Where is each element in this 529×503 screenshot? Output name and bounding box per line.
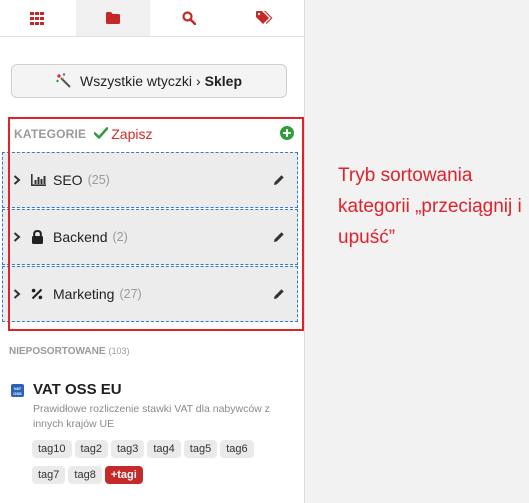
category-row-backend[interactable]: Backend (2) xyxy=(2,209,298,265)
plugin-header: VAT OSS VAT OSS EU xyxy=(11,381,291,398)
category-count: (25) xyxy=(87,173,110,187)
category-count: (2) xyxy=(112,230,128,244)
plugin-description: Prawidłowe rozliczenie stawki VAT dla na… xyxy=(33,403,270,430)
plugin-tags: tag10 tag2 tag3 tag4 tag5 tag6 tag7 tag8 +tagi xyxy=(32,439,282,491)
search-icon xyxy=(182,11,196,25)
plugins-sidebar: Wszystkie wtyczki › Sklep KATEGORIE Zapi… xyxy=(0,0,305,503)
unsorted-section-title: NIEPOSORTOWANE (103) xyxy=(9,346,130,357)
category-name: SEO xyxy=(53,172,83,188)
category-list: SEO (25) Backend (2) Marketing (27) xyxy=(2,152,298,323)
lock-icon xyxy=(31,230,47,244)
check-icon xyxy=(93,126,111,142)
chevron-right-icon[interactable] xyxy=(13,289,25,299)
sidebar-tabs xyxy=(0,0,304,37)
category-count: (27) xyxy=(119,287,142,301)
tag-chip[interactable]: tag7 xyxy=(32,466,66,484)
tab-search[interactable] xyxy=(152,0,226,36)
chevron-right-icon[interactable] xyxy=(13,232,25,242)
tag-chip[interactable]: tag6 xyxy=(220,440,254,458)
pencil-icon[interactable] xyxy=(273,287,285,305)
category-name: Marketing xyxy=(53,286,115,302)
grid-icon xyxy=(30,11,44,25)
unsorted-label: NIEPOSORTOWANE xyxy=(9,346,106,357)
vat-oss-icon: VAT OSS xyxy=(11,384,24,397)
plugin-item[interactable]: VAT OSS VAT OSS EU Prawidłowe rozliczeni… xyxy=(11,381,291,491)
tag-chip[interactable]: tag2 xyxy=(74,440,108,458)
save-label: Zapisz xyxy=(111,126,153,142)
chart-icon xyxy=(31,174,47,186)
category-row-marketing[interactable]: Marketing (27) xyxy=(2,266,298,322)
plugin-icon-text: OSS xyxy=(13,390,22,396)
tags-icon xyxy=(256,11,274,25)
tag-chip[interactable]: tag5 xyxy=(183,440,218,458)
category-name: Backend xyxy=(53,229,108,245)
categories-title: KATEGORIE xyxy=(14,127,87,141)
save-order-button[interactable]: Zapisz xyxy=(93,126,153,142)
all-plugins-breadcrumb-button[interactable]: Wszystkie wtyczki › Sklep xyxy=(11,64,287,98)
tab-tags[interactable] xyxy=(228,0,302,36)
categories-header: KATEGORIE Zapisz xyxy=(14,126,294,142)
tag-chip[interactable]: tag3 xyxy=(110,440,145,458)
folder-icon xyxy=(106,12,120,24)
pencil-icon[interactable] xyxy=(273,173,285,191)
plugin-name[interactable]: VAT OSS EU xyxy=(33,381,122,398)
tag-chip[interactable]: tag8 xyxy=(68,466,102,484)
annotation-text: Tryb sortowania kategorii „przeciągnij i… xyxy=(338,165,522,248)
unsorted-count: (103) xyxy=(108,346,130,356)
add-category-button[interactable] xyxy=(280,126,294,145)
magic-wand-icon xyxy=(56,73,72,89)
pencil-icon[interactable] xyxy=(273,230,285,248)
breadcrumb-separator: › xyxy=(195,73,201,89)
tag-chip[interactable]: tag4 xyxy=(147,440,181,458)
tab-all[interactable] xyxy=(0,0,74,36)
plus-circle-icon xyxy=(280,126,294,144)
chevron-right-icon[interactable] xyxy=(13,175,25,185)
breadcrumb-current: Sklep xyxy=(204,73,243,89)
category-row-seo[interactable]: SEO (25) xyxy=(2,152,298,208)
percent-icon xyxy=(31,288,47,300)
tab-categories[interactable] xyxy=(76,0,150,36)
breadcrumb-all-label: Wszystkie wtyczki xyxy=(79,73,192,89)
tag-chip[interactable]: tag10 xyxy=(32,440,72,458)
more-tags-button[interactable]: +tagi xyxy=(104,466,143,484)
